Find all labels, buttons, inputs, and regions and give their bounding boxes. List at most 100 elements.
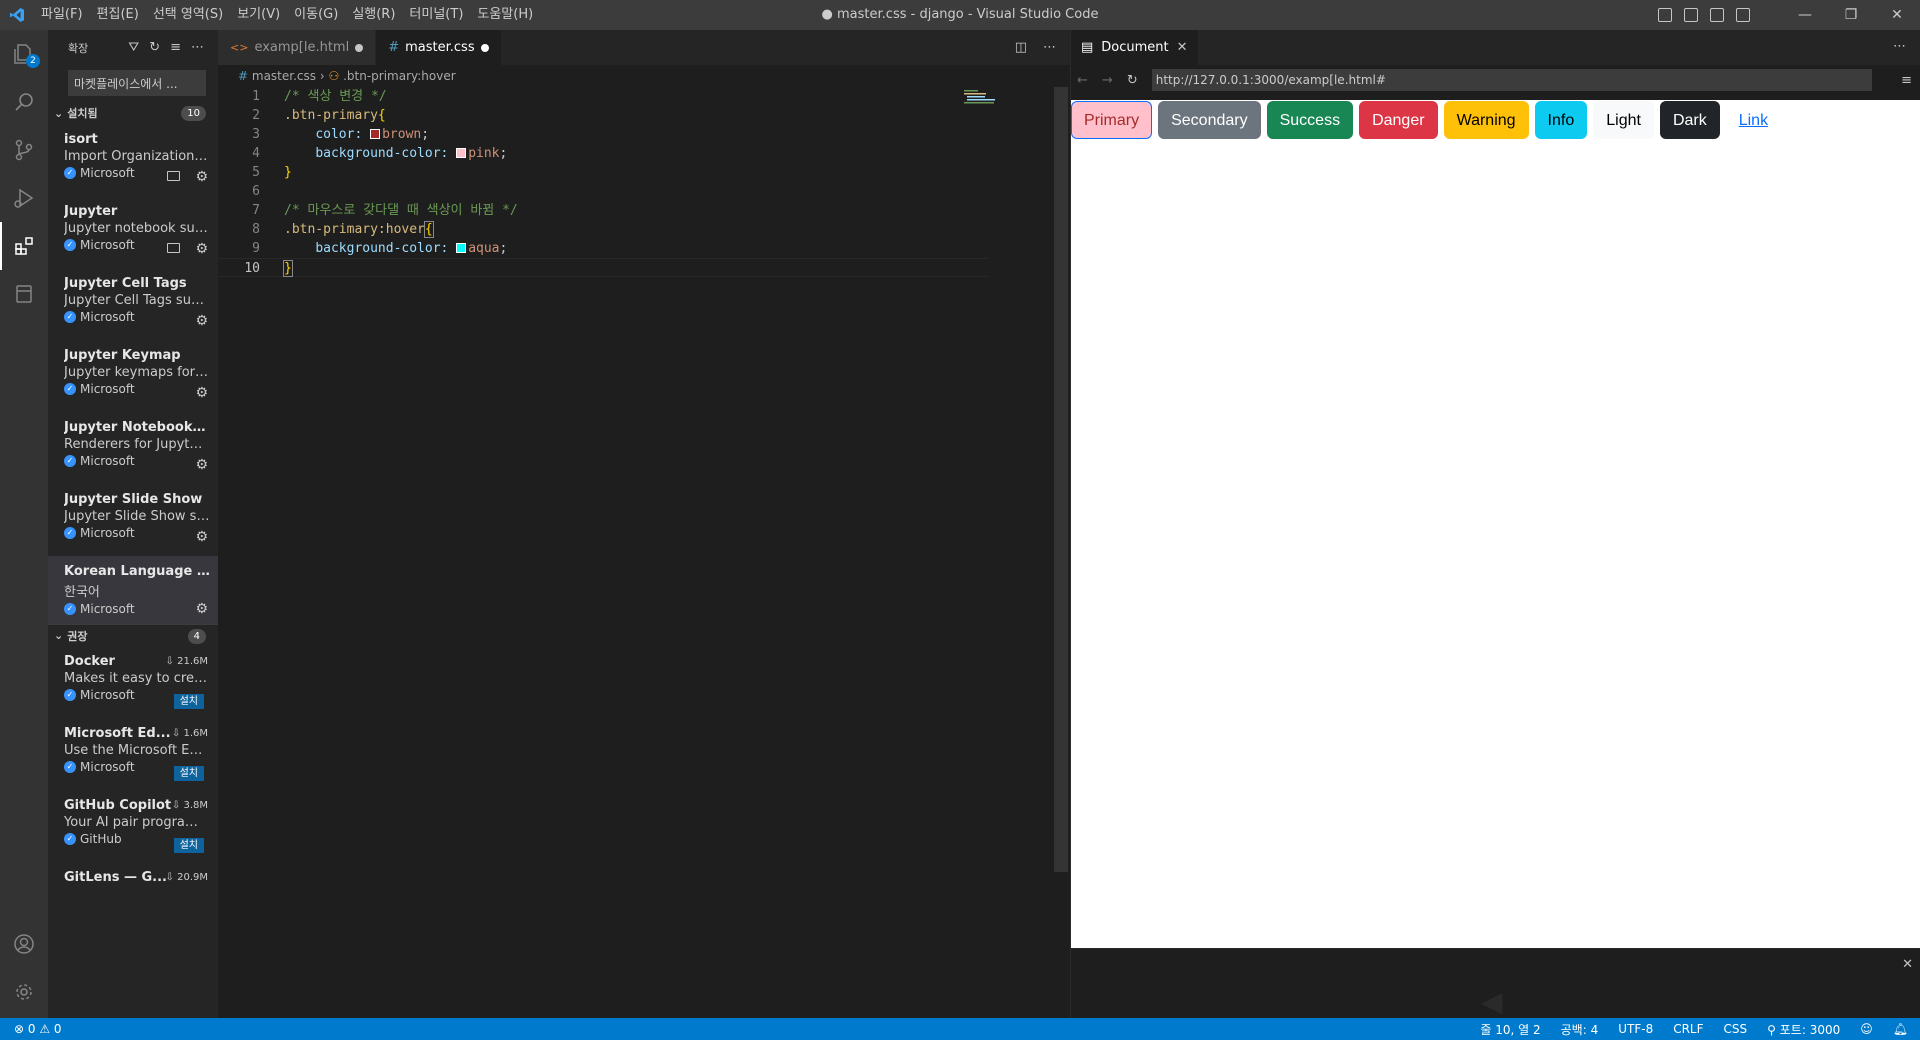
menu-item[interactable]: 보기(V) xyxy=(230,0,287,30)
remote-explorer-icon[interactable] xyxy=(0,270,48,318)
unsaved-dot-icon[interactable] xyxy=(355,43,364,52)
extension-item[interactable]: Jupyter Keymap Jupyter keymaps for n... ✓ M… xyxy=(48,340,218,412)
extension-item[interactable]: Korean Language Pac... 한국어 ✓ Microsoft ⚙ xyxy=(48,556,218,624)
remote-device-icon[interactable] xyxy=(167,171,180,181)
preview-button-info[interactable]: Info xyxy=(1534,101,1588,139)
preview-button-secondary[interactable]: Secondary xyxy=(1158,101,1261,139)
manage-gear-icon[interactable]: ⚙ xyxy=(195,529,208,545)
menu-item[interactable]: 편집(E) xyxy=(90,0,146,30)
manage-gear-icon[interactable]: ⚙ xyxy=(195,313,208,329)
language-mode[interactable]: CSS xyxy=(1724,1022,1748,1036)
preview-button-link[interactable]: Link xyxy=(1725,101,1782,139)
extension-item[interactable]: Jupyter Jupyter notebook supp... ✓ Microsof… xyxy=(48,196,218,268)
color-swatch[interactable] xyxy=(456,243,467,253)
tab-master-css[interactable]: # master.css xyxy=(376,30,502,65)
tab-example-html[interactable]: <> examp[le.html xyxy=(218,30,377,65)
preview-button-primary[interactable]: Primary xyxy=(1071,101,1153,139)
customize-layout-icon[interactable] xyxy=(1736,8,1750,22)
minimap[interactable] xyxy=(964,90,1024,120)
preview-button-dark[interactable]: Dark xyxy=(1659,101,1720,139)
menu-item[interactable]: 파일(F) xyxy=(34,0,90,30)
search-icon[interactable] xyxy=(0,78,48,126)
extension-name: Jupyter Keymap xyxy=(64,348,181,363)
css-file-icon: # xyxy=(388,40,400,55)
refresh-icon[interactable]: ↻ xyxy=(149,40,160,55)
menu-item[interactable]: 실행(R) xyxy=(345,0,402,30)
close-window-icon[interactable]: ✕ xyxy=(1874,0,1920,30)
menu-item[interactable]: 터미널(T) xyxy=(402,0,470,30)
tab-document[interactable]: ▤ Document ✕ xyxy=(1071,30,1198,65)
install-button[interactable]: 설치 xyxy=(173,838,204,853)
breadcrumb-symbol[interactable]: .btn-primary:hover xyxy=(343,69,456,83)
live-preview-port[interactable]: ⚲ 포트: 3000 xyxy=(1767,1021,1840,1038)
restore-icon[interactable]: ❐ xyxy=(1828,0,1874,30)
manage-gear-icon[interactable]: ⚙ xyxy=(195,457,208,473)
close-panel-icon[interactable]: ✕ xyxy=(1902,957,1913,972)
manage-gear-icon[interactable]: ⚙ xyxy=(195,385,208,401)
extension-item[interactable]: Jupyter Notebook Re... Renderers for Jupy… xyxy=(48,412,218,484)
extension-item[interactable]: GitLens — G... ⇩ 20.9M xyxy=(48,862,218,934)
code-area[interactable]: 1/* 색상 변경 */ 2 .btn-primary{ 3 color: bro… xyxy=(218,87,988,277)
menu-item[interactable]: 도움말(H) xyxy=(470,0,540,30)
problems-indicator[interactable]: ⊗ 0 ⚠ 0 xyxy=(14,1022,62,1036)
more-actions-icon[interactable]: ⋯ xyxy=(1043,40,1056,55)
preview-button-success[interactable]: Success xyxy=(1266,101,1354,139)
clear-icon[interactable]: ≡ xyxy=(170,40,181,55)
split-editor-icon[interactable]: ◫ xyxy=(1015,40,1027,55)
preview-button-light[interactable]: Light xyxy=(1593,101,1654,139)
forward-arrow-icon[interactable]: → xyxy=(1102,73,1113,88)
preview-button-warning[interactable]: Warning xyxy=(1443,101,1529,139)
end-of-line[interactable]: CRLF xyxy=(1673,1022,1703,1036)
manage-gear-icon[interactable] xyxy=(0,968,48,1016)
minimize-icon[interactable]: — xyxy=(1782,0,1828,30)
menu-icon[interactable]: ≡ xyxy=(1901,73,1912,88)
extension-description: Use the Microsoft Edg... xyxy=(64,743,210,758)
toggle-panel-icon[interactable] xyxy=(1684,8,1698,22)
toggle-sidebar-icon[interactable] xyxy=(1658,8,1672,22)
preview-button-danger[interactable]: Danger xyxy=(1359,101,1438,139)
installed-section-header[interactable]: ⌄ 설치됨 10 xyxy=(48,102,218,124)
run-debug-icon[interactable] xyxy=(0,174,48,222)
recommended-section-header[interactable]: ⌄ 권장 4 xyxy=(48,624,218,646)
extension-item[interactable]: Microsoft Ed... Use the Microsoft Edg... ✓… xyxy=(48,718,218,790)
back-arrow-icon[interactable]: ← xyxy=(1077,73,1088,88)
code-line: 3 color: brown; xyxy=(252,127,430,142)
manage-gear-icon[interactable]: ⚙ xyxy=(195,169,208,185)
url-input[interactable]: http://127.0.0.1:3000/examp[le.html# xyxy=(1151,69,1872,91)
toggle-secondary-sidebar-icon[interactable] xyxy=(1710,8,1724,22)
extension-item[interactable]: isort Import Organization su... ✓ Microsoft… xyxy=(48,124,218,196)
extension-item[interactable]: DockerMakes it easy to create...✓Microso… xyxy=(48,646,218,718)
extension-name: Korean Language Pac... xyxy=(64,564,210,579)
remote-device-icon[interactable] xyxy=(167,243,180,253)
account-icon[interactable] xyxy=(0,920,48,968)
extensions-icon[interactable] xyxy=(0,222,48,270)
more-actions-icon[interactable]: ⋯ xyxy=(1893,39,1906,54)
manage-gear-icon[interactable]: ⚙ xyxy=(195,241,208,257)
close-tab-icon[interactable]: ✕ xyxy=(1177,40,1188,55)
verified-badge-icon: ✓ xyxy=(64,761,76,773)
reload-icon[interactable]: ↻ xyxy=(1127,73,1138,88)
menu-item[interactable]: 이동(G) xyxy=(287,0,345,30)
vertical-scrollbar[interactable] xyxy=(1054,87,1068,872)
install-button[interactable]: 설치 xyxy=(173,694,204,709)
explorer-icon[interactable]: 2 xyxy=(0,30,48,78)
feedback-icon[interactable]: ☺ xyxy=(1860,1022,1873,1036)
extension-search-input[interactable]: 마켓플레이스에서 ... xyxy=(68,70,206,96)
source-control-icon[interactable] xyxy=(0,126,48,174)
extension-item[interactable]: Jupyter Cell Tags Jupyter Cell Tags supp.… xyxy=(48,268,218,340)
encoding[interactable]: UTF-8 xyxy=(1618,1022,1653,1036)
indentation[interactable]: 공백: 4 xyxy=(1561,1021,1599,1038)
filter-icon[interactable]: ⛛ xyxy=(128,40,139,55)
color-swatch[interactable] xyxy=(370,129,381,139)
unsaved-dot-icon[interactable] xyxy=(480,43,489,52)
color-swatch[interactable] xyxy=(456,148,467,158)
extension-item[interactable]: Jupyter Slide Show Jupyter Slide Show sup… xyxy=(48,484,218,556)
cursor-position[interactable]: 줄 10, 열 2 xyxy=(1480,1021,1540,1038)
breadcrumb-file[interactable]: master.css xyxy=(252,69,316,83)
menu-item[interactable]: 선택 영역(S) xyxy=(146,0,230,30)
extension-item[interactable]: GitHub Copilot Your AI pair programmer ✓ Gi… xyxy=(48,790,218,862)
more-actions-icon[interactable]: ⋯ xyxy=(191,40,204,55)
install-button[interactable]: 설치 xyxy=(173,766,204,781)
notifications-bell-icon[interactable]: 🔔︎ xyxy=(1893,1022,1908,1036)
manage-gear-icon[interactable]: ⚙ xyxy=(195,601,208,617)
